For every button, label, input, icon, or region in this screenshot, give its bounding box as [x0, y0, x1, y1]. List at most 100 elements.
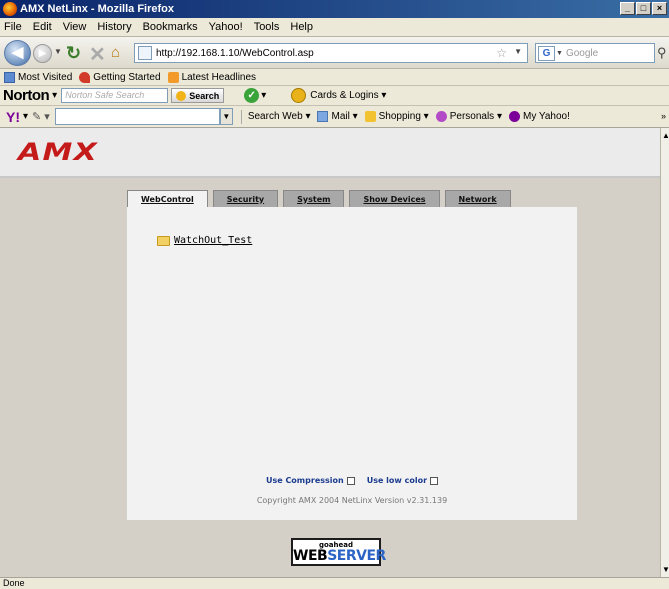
- status-bar: Done: [0, 577, 669, 589]
- navigation-toolbar: ◀ ▶ ▼ ↻ ✕ ⌂ http://192.168.1.10/WebContr…: [0, 37, 669, 69]
- address-bar[interactable]: http://192.168.1.10/WebControl.asp ☆ ▼: [134, 43, 528, 63]
- yahoo-dropdown-icon[interactable]: ▾: [23, 111, 28, 122]
- yahoo-mail[interactable]: Mail ▾: [317, 111, 358, 122]
- folder-link[interactable]: WatchOut_Test: [174, 235, 252, 246]
- engine-dropdown-icon[interactable]: ▼: [556, 50, 563, 57]
- title-bar: AMX NetLinx - Mozilla Firefox _ □ ×: [0, 0, 669, 18]
- history-dropdown-icon[interactable]: ▼: [54, 47, 62, 56]
- yahoo-item-label: Shopping: [378, 111, 421, 122]
- url-text[interactable]: http://192.168.1.10/WebControl.asp: [156, 48, 314, 59]
- yahoo-shopping[interactable]: Shopping ▾: [364, 111, 429, 122]
- low-color-label: Use low color: [366, 476, 428, 485]
- search-box[interactable]: G ▼ Google: [535, 43, 655, 63]
- toolbar-overflow-icon[interactable]: »: [661, 111, 666, 121]
- menu-edit[interactable]: Edit: [33, 21, 52, 33]
- home-button[interactable]: ⌂: [111, 44, 120, 61]
- norton-search-icon: [176, 90, 187, 101]
- cards-logins-icon: [291, 88, 307, 103]
- tab-security[interactable]: Security: [212, 190, 279, 207]
- badge-server-text: SERVER: [327, 548, 386, 564]
- menu-yahoo[interactable]: Yahoo!: [209, 21, 243, 33]
- window-title: AMX NetLinx - Mozilla Firefox: [20, 3, 175, 15]
- window-controls: _ □ ×: [620, 2, 667, 15]
- yahoo-toolbar: Y! ▾ ✎ ▾ ▼ Search Web ▾ Mail ▾ Shopping …: [0, 106, 669, 128]
- page-viewport: AMX WebControl Security System Show Devi…: [0, 128, 660, 577]
- maximize-button[interactable]: □: [636, 2, 651, 15]
- mail-icon: [317, 111, 329, 122]
- back-button[interactable]: ◀: [4, 40, 31, 66]
- check-dropdown-icon[interactable]: ▾: [261, 90, 266, 101]
- norton-safe-check-icon[interactable]: ✓: [244, 88, 260, 103]
- menu-view[interactable]: View: [63, 21, 87, 33]
- folder-icon: [157, 235, 170, 246]
- rss-feed-icon: [167, 71, 179, 83]
- norton-search-label: Search: [189, 90, 220, 101]
- bookmark-getting-started[interactable]: Getting Started: [79, 71, 161, 83]
- tab-network[interactable]: Network: [444, 190, 511, 207]
- toolbar-separator: [240, 109, 242, 124]
- minimize-button[interactable]: _: [620, 2, 635, 15]
- personals-icon: [435, 111, 447, 122]
- bookmark-latest-headlines[interactable]: Latest Headlines: [167, 71, 256, 83]
- page-icon: [138, 46, 152, 60]
- blue-bookmark-icon: [4, 71, 15, 83]
- norton-search-input[interactable]: Norton Safe Search: [61, 88, 169, 103]
- tab-panel: WatchOut_Test Use Compression Use low col…: [127, 207, 577, 520]
- norton-search-button[interactable]: Search: [171, 88, 225, 103]
- firefox-icon: [3, 2, 17, 16]
- copyright-text: Copyright AMX 2004 NetLinx Version v2.31…: [256, 496, 448, 505]
- tab-show-devices[interactable]: Show Devices: [349, 190, 440, 207]
- bookmark-most-visited[interactable]: Most Visited: [4, 71, 73, 83]
- tab-strip: WebControl Security System Show Devices …: [127, 190, 516, 207]
- menu-file[interactable]: File: [4, 21, 22, 33]
- pencil-icon[interactable]: ✎ ▾: [32, 110, 50, 123]
- yahoo-personals[interactable]: Personals ▾: [435, 111, 502, 122]
- bookmark-star-icon[interactable]: ☆: [496, 46, 507, 60]
- cards-logins-label: Cards & Logins: [310, 90, 379, 101]
- yahoo-logo-icon[interactable]: Y!: [6, 109, 20, 125]
- norton-brand[interactable]: Norton: [3, 87, 50, 104]
- goahead-webserver-badge[interactable]: goahead WEBSERVER: [291, 538, 386, 566]
- menu-history[interactable]: History: [97, 21, 131, 33]
- my-yahoo-icon: [509, 111, 520, 122]
- forward-button[interactable]: ▶: [33, 44, 52, 63]
- yahoo-item-label: My Yahoo!: [523, 111, 570, 122]
- menu-bookmarks[interactable]: Bookmarks: [143, 21, 198, 33]
- search-placeholder[interactable]: Google: [566, 48, 598, 59]
- norton-toolbar: Norton ▾ Norton Safe Search Search ✓ ▾ C…: [0, 86, 669, 106]
- reload-button[interactable]: ↻: [66, 43, 81, 64]
- yahoo-search-dropdown-icon[interactable]: ▼: [219, 108, 233, 125]
- tab-system[interactable]: System: [283, 190, 345, 207]
- firefox-red-icon: [79, 71, 91, 83]
- compression-checkbox[interactable]: [346, 476, 355, 485]
- bookmark-label: Getting Started: [93, 71, 161, 83]
- menu-tools[interactable]: Tools: [254, 21, 280, 33]
- cards-logins-button[interactable]: Cards & Logins ▾: [310, 90, 386, 101]
- status-text: Done: [3, 578, 25, 588]
- close-button[interactable]: ×: [652, 2, 667, 15]
- shopping-icon: [364, 111, 376, 122]
- bookmark-label: Most Visited: [18, 71, 73, 83]
- amx-logo: AMX: [18, 138, 98, 166]
- yahoo-item-label: Personals: [449, 111, 495, 122]
- norton-dropdown-icon[interactable]: ▾: [52, 90, 57, 101]
- scroll-up-icon[interactable]: ▲: [662, 131, 669, 140]
- search-engine-icon[interactable]: G: [538, 45, 555, 61]
- vertical-scrollbar[interactable]: ▲ ▼: [660, 128, 669, 577]
- low-color-checkbox[interactable]: [430, 476, 439, 485]
- stop-button[interactable]: ✕: [89, 42, 106, 67]
- search-go-icon[interactable]: ⚲: [657, 45, 667, 61]
- display-options: Use Compression Use low color: [127, 476, 577, 485]
- menu-bar: File Edit View History Bookmarks Yahoo! …: [0, 18, 669, 37]
- yahoo-search-input[interactable]: [54, 108, 220, 125]
- scroll-down-icon[interactable]: ▼: [662, 565, 669, 574]
- folder-item[interactable]: WatchOut_Test: [157, 235, 252, 246]
- yahoo-item-label: Search Web: [247, 111, 303, 122]
- tab-webcontrol[interactable]: WebControl: [127, 190, 208, 207]
- compression-label: Use Compression: [265, 476, 344, 485]
- url-dropdown-icon[interactable]: ▼: [514, 47, 522, 56]
- badge-main-text: WEBSERVER: [293, 549, 386, 564]
- yahoo-search-web[interactable]: Search Web ▾: [248, 111, 311, 122]
- yahoo-my-yahoo[interactable]: My Yahoo!: [509, 111, 570, 122]
- menu-help[interactable]: Help: [290, 21, 313, 33]
